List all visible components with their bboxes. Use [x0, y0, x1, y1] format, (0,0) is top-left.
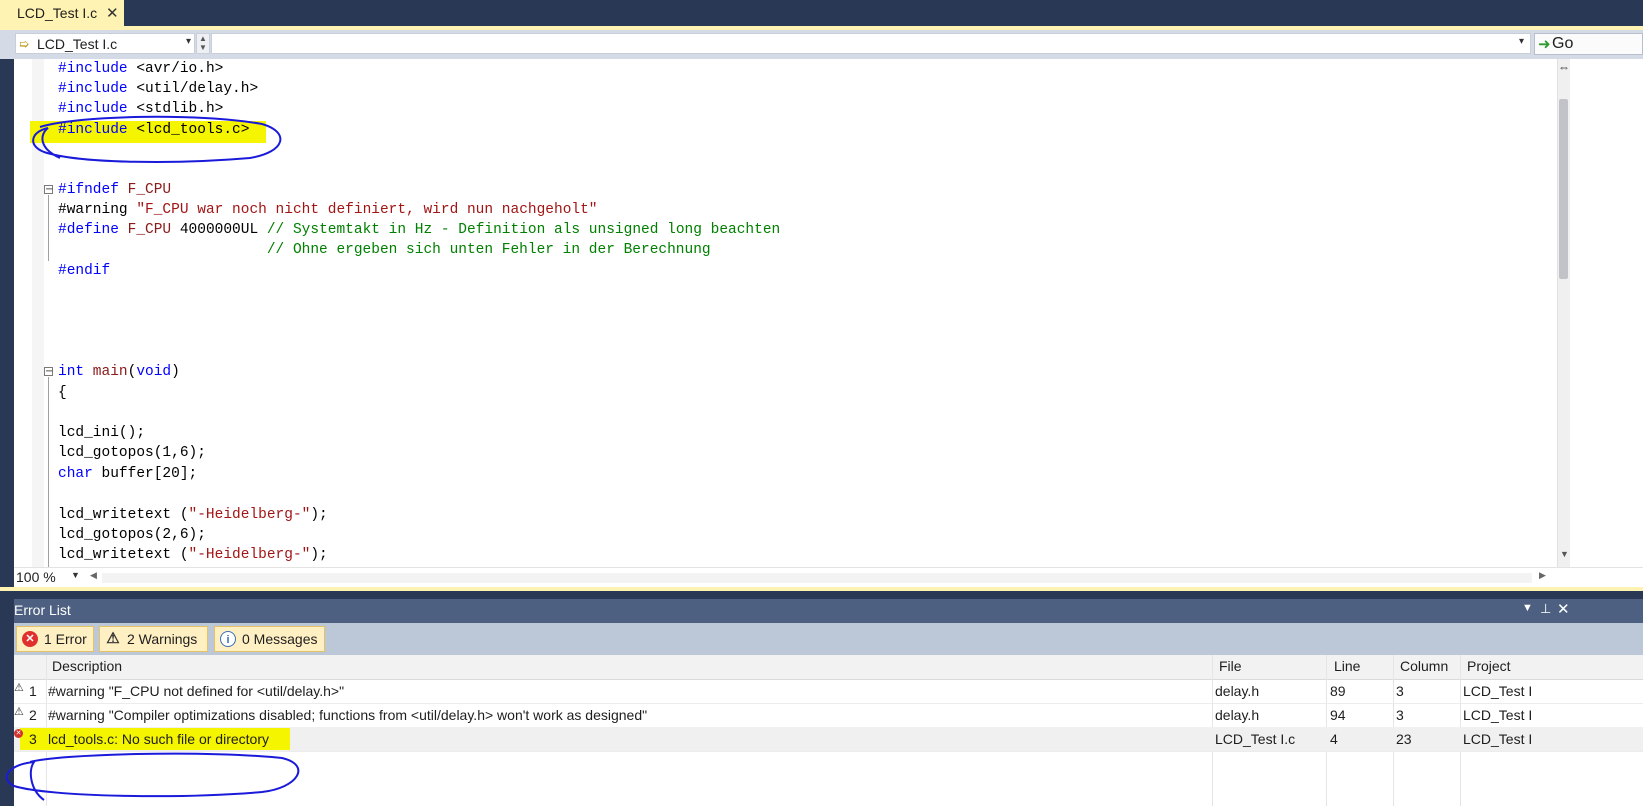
error-list-header: Error List ▼ ⊥ ✕	[14, 599, 1643, 623]
editor-status-bar: 100 % ▼ ◀ ▶	[14, 567, 1643, 588]
fold-toggle[interactable]: −	[44, 185, 53, 195]
table-row[interactable]: ⚠ 1 #warning "F_CPU not defined for <uti…	[14, 679, 1643, 704]
error-list-table: Description File Line Column Project ⚠ 1…	[14, 655, 1643, 806]
vertical-scrollbar[interactable]: ⇔ ▼	[1543, 59, 1643, 567]
pin-icon[interactable]: ⊥	[1540, 601, 1551, 617]
code-line-15: int main(void)	[58, 364, 180, 380]
code-line-7: #warning "F_CPU war noch nicht definiert…	[58, 202, 598, 218]
errors-filter-label: 1 Error	[44, 631, 87, 647]
warning-icon: ⚠	[106, 630, 120, 647]
code-line-4: #include <lcd_tools.c>	[58, 122, 250, 138]
scroll-left-icon[interactable]: ◀	[90, 570, 97, 581]
error-list-panel: Error List ▼ ⊥ ✕ ✕ 1 Error ⚠ 2 Warnings …	[0, 591, 1643, 806]
table-row[interactable]: ⚠ 2 #warning "Compiler optimizations dis…	[14, 703, 1643, 728]
messages-filter-label: 0 Messages	[242, 631, 318, 647]
go-button-label: Go	[1552, 35, 1574, 52]
navigation-bar: ➯ LCD_Test I.c ▾ ▲ ▼ ▾ ➜ Go	[0, 30, 1643, 59]
error-list-title: Error List	[14, 602, 71, 618]
fold-toggle[interactable]: −	[44, 367, 53, 377]
column-column[interactable]: Column	[1400, 658, 1448, 674]
column-description[interactable]: Description	[52, 658, 122, 674]
error-list-toolbar: ✕ 1 Error ⚠ 2 Warnings i 0 Messages	[14, 623, 1643, 655]
chevron-down-icon[interactable]: ▾	[186, 36, 191, 47]
errors-filter-button[interactable]: ✕ 1 Error	[16, 626, 94, 652]
code-line-16: {	[58, 385, 67, 401]
code-line-23: lcd_gotopos(2,6);	[58, 527, 206, 543]
error-icon: ✕	[22, 631, 38, 647]
member-dropdown[interactable]: ▾	[211, 33, 1531, 54]
code-line-20: char buffer[20];	[58, 466, 198, 482]
split-window-icon[interactable]: ⇔	[1558, 60, 1570, 74]
column-file[interactable]: File	[1219, 658, 1242, 674]
zoom-level[interactable]: 100 %	[16, 569, 56, 585]
row-file: delay.h	[1215, 683, 1260, 699]
row-project: LCD_Test I	[1463, 683, 1533, 699]
file-scope-dropdown[interactable]: ➯ LCD_Test I.c ▾	[15, 33, 195, 54]
go-button[interactable]: ➜ Go	[1534, 33, 1643, 55]
row-column: 23	[1396, 731, 1412, 747]
row-description: #warning "F_CPU not defined for <util/de…	[48, 683, 345, 699]
code-line-22: lcd_writetext ("-Heidelberg-");	[58, 507, 328, 523]
chevron-down-icon[interactable]: ▾	[1519, 36, 1524, 47]
fold-guide	[48, 195, 49, 261]
document-tab-label: LCD_Test I.c	[17, 5, 98, 21]
warnings-filter-label: 2 Warnings	[127, 631, 198, 647]
error-icon: ✕	[14, 729, 23, 738]
scope-spinner[interactable]: ▲ ▼	[196, 33, 210, 54]
row-line: 89	[1330, 683, 1346, 699]
go-arrow-icon: ➜	[1538, 36, 1551, 53]
horizontal-scrollbar[interactable]	[102, 573, 1532, 583]
code-line-3: #include <stdlib.h>	[58, 101, 224, 117]
code-line-8: #define F_CPU 4000000UL // Systemtakt in…	[58, 222, 781, 238]
column-line[interactable]: Line	[1334, 658, 1360, 674]
chevron-down-icon[interactable]: ▼	[71, 570, 80, 580]
row-number: 3	[29, 731, 37, 747]
close-icon[interactable]: ✕	[1557, 600, 1570, 618]
warning-icon: ⚠	[14, 706, 24, 718]
row-file: LCD_Test I.c	[1215, 731, 1296, 747]
row-project: LCD_Test I	[1463, 707, 1533, 723]
window-menu-icon[interactable]: ▼	[1522, 602, 1533, 614]
scroll-right-icon[interactable]: ▶	[1539, 570, 1546, 581]
row-number: 2	[29, 707, 37, 723]
code-line-24: lcd_writetext ("-Heidelberg-");	[58, 547, 328, 563]
arrow-right-icon: ➯	[19, 36, 30, 51]
row-description: lcd_tools.c: No such file or directory	[48, 731, 269, 747]
messages-filter-button[interactable]: i 0 Messages	[214, 626, 325, 652]
scrollbar-thumb[interactable]	[1559, 99, 1568, 279]
row-column: 3	[1396, 707, 1404, 723]
code-line-9: // Ohne ergeben sich unten Fehler in der…	[58, 242, 711, 258]
fold-guide	[48, 377, 49, 567]
row-description: #warning "Compiler optimizations disable…	[48, 707, 648, 723]
row-column: 3	[1396, 683, 1404, 699]
code-line-10: #endif	[58, 263, 111, 279]
code-line-1: #include <avr/io.h>	[58, 61, 224, 77]
scroll-down-icon[interactable]: ▼	[1560, 549, 1569, 559]
row-line: 4	[1330, 731, 1338, 747]
warnings-filter-button[interactable]: ⚠ 2 Warnings	[99, 626, 208, 652]
code-editor[interactable]: #include <avr/io.h> #include <util/delay…	[14, 59, 1643, 567]
document-tab-strip: LCD_Test I.c ✕	[0, 0, 1643, 26]
column-project[interactable]: Project	[1467, 658, 1511, 674]
row-line: 94	[1330, 707, 1346, 723]
info-icon: i	[220, 631, 236, 647]
code-line-19: lcd_gotopos(1,6);	[58, 445, 206, 461]
table-row[interactable]: ✕ 3 lcd_tools.c: No such file or directo…	[14, 727, 1643, 752]
row-number: 1	[29, 683, 37, 699]
close-tab-icon[interactable]: ✕	[106, 4, 119, 22]
code-line-6: #ifndef F_CPU	[58, 182, 172, 198]
row-file: delay.h	[1215, 707, 1260, 723]
table-header: Description File Line Column Project	[14, 655, 1643, 680]
code-line-18: lcd_ini();	[58, 425, 146, 441]
document-tab[interactable]: LCD_Test I.c ✕	[0, 0, 124, 26]
file-scope-label: LCD_Test I.c	[37, 35, 118, 52]
row-project: LCD_Test I	[1463, 731, 1533, 747]
code-line-2: #include <util/delay.h>	[58, 81, 259, 97]
warning-icon: ⚠	[14, 682, 24, 694]
